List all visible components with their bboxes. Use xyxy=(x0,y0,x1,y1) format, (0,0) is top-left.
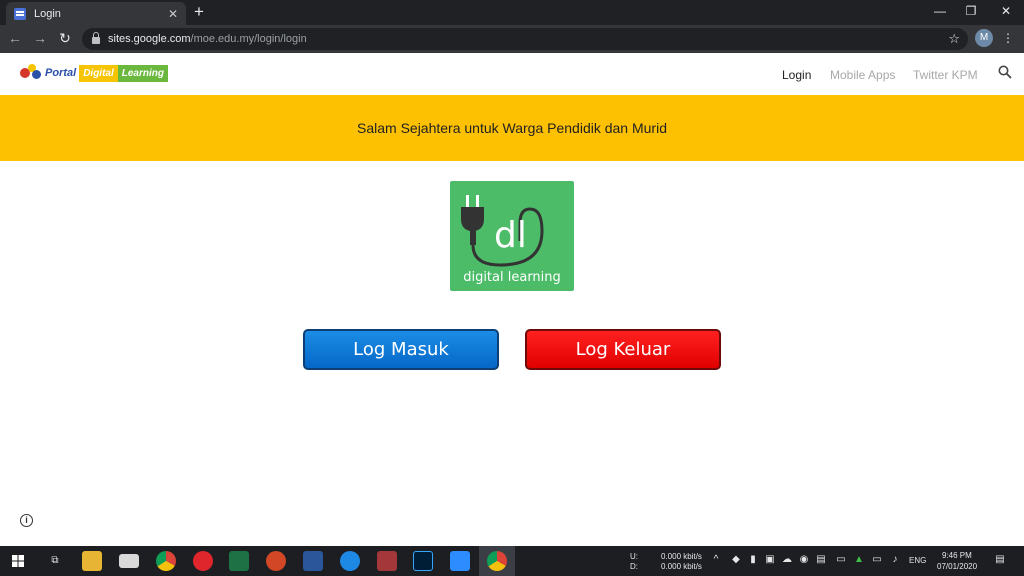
tray-shield-icon[interactable]: ◆ xyxy=(730,554,742,566)
zoom-icon[interactable] xyxy=(450,551,470,571)
browser-menu-icon[interactable]: ⋮ xyxy=(1002,31,1014,45)
url-host: sites.google.com xyxy=(108,33,191,45)
reload-icon[interactable]: ↻ xyxy=(56,30,74,46)
nav-twitter-kpm[interactable]: Twitter KPM xyxy=(913,68,978,82)
banner-text: Salam Sejahtera untuk Warga Pendidik dan… xyxy=(357,120,667,136)
lock-icon xyxy=(92,31,100,44)
welcome-banner: Salam Sejahtera untuk Warga Pendidik dan… xyxy=(0,95,1024,161)
nav-login[interactable]: Login xyxy=(782,68,811,82)
browser-toolbar: ← → ↻ sites.google.com/moe.edu.my/login/… xyxy=(0,25,1024,53)
windows-taskbar: ⧉ U: D: 0.000 kbit/s 0.000 kbit/s ^ ◆ ▮ … xyxy=(0,546,1024,576)
opera-icon[interactable] xyxy=(193,551,213,571)
minimize-icon[interactable]: — xyxy=(925,2,955,20)
clock-time[interactable]: 9:46 PM xyxy=(942,551,972,561)
photoshop-icon[interactable] xyxy=(413,551,433,571)
chrome-profile-icon[interactable] xyxy=(487,551,507,571)
site-header: Portal Digital Learning Login Mobile Apps… xyxy=(0,53,1024,95)
file-explorer-icon[interactable] xyxy=(82,551,102,571)
net-up-value: 0.000 kbit/s xyxy=(661,552,702,561)
browser-tab-login[interactable]: Login ✕ xyxy=(6,2,186,25)
access-icon[interactable] xyxy=(377,551,397,571)
chrome-icon[interactable] xyxy=(156,551,176,571)
crest-icon xyxy=(20,64,42,82)
net-down-label: D: xyxy=(630,562,638,571)
notification-center-icon[interactable]: ▤ xyxy=(994,554,1006,566)
restore-icon[interactable]: ❐ xyxy=(956,2,986,20)
net-down-value: 0.000 kbit/s xyxy=(661,562,702,571)
tray-overflow-icon[interactable]: ^ xyxy=(710,554,722,566)
info-icon[interactable]: i xyxy=(20,514,33,527)
browser-tab-strip: Login ✕ + — ❐ ✕ xyxy=(0,0,1024,25)
task-view-icon[interactable]: ⧉ xyxy=(48,555,62,567)
volume-icon[interactable]: ♪ xyxy=(889,554,901,566)
language-indicator[interactable]: ENG xyxy=(909,556,926,566)
nav-mobile-apps[interactable]: Mobile Apps xyxy=(830,68,895,82)
excel-icon[interactable] xyxy=(229,551,249,571)
network-icon[interactable]: ▭ xyxy=(871,554,883,566)
address-bar[interactable]: sites.google.com/moe.edu.my/login/login … xyxy=(82,28,968,50)
logo-learning-text: Learning xyxy=(117,64,168,82)
new-tab-icon[interactable]: + xyxy=(194,3,204,21)
tab-close-icon[interactable]: ✕ xyxy=(168,7,178,21)
forward-arrow-icon[interactable]: → xyxy=(31,30,49,46)
clock-date[interactable]: 07/01/2020 xyxy=(937,562,977,572)
digital-learning-text: digital learning xyxy=(463,270,561,285)
search-icon[interactable] xyxy=(998,65,1012,79)
tray-app3-icon[interactable]: ◉ xyxy=(798,554,810,566)
url-path: /moe.edu.my/login/login xyxy=(190,33,307,45)
dl-letters: dl xyxy=(494,215,527,256)
plug-icon: dl xyxy=(461,195,544,267)
digital-learning-logo: dl digital learning xyxy=(450,181,574,291)
bookmark-star-icon[interactable]: ☆ xyxy=(948,31,960,47)
battery-icon[interactable]: ▭ xyxy=(835,554,847,566)
word-icon[interactable] xyxy=(303,551,323,571)
windows-start-icon[interactable] xyxy=(12,555,24,567)
tab-title: Login xyxy=(34,7,61,20)
edge-icon[interactable] xyxy=(340,551,360,571)
tray-app4-icon[interactable]: ▤ xyxy=(815,554,827,566)
login-button[interactable]: Log Masuk xyxy=(303,329,499,370)
onedrive-icon[interactable]: ☁ xyxy=(781,554,793,566)
powerpoint-icon[interactable] xyxy=(266,551,286,571)
site-favicon-icon xyxy=(14,7,26,20)
window-close-icon[interactable]: ✕ xyxy=(991,2,1021,20)
mail-icon[interactable] xyxy=(119,554,139,568)
back-arrow-icon[interactable]: ← xyxy=(6,30,24,46)
tray-app2-icon[interactable]: ▣ xyxy=(764,554,776,566)
logout-button[interactable]: Log Keluar xyxy=(525,329,721,370)
net-up-label: U: xyxy=(630,552,638,561)
portal-logo[interactable]: Portal Digital Learning xyxy=(20,63,168,83)
logo-portal-text: Portal xyxy=(45,67,77,79)
tray-app5-icon[interactable]: ▲ xyxy=(853,554,865,566)
profile-avatar[interactable]: M xyxy=(975,29,993,47)
tray-app-icon[interactable]: ▮ xyxy=(747,554,759,566)
logo-digital-text: Digital xyxy=(79,64,118,82)
